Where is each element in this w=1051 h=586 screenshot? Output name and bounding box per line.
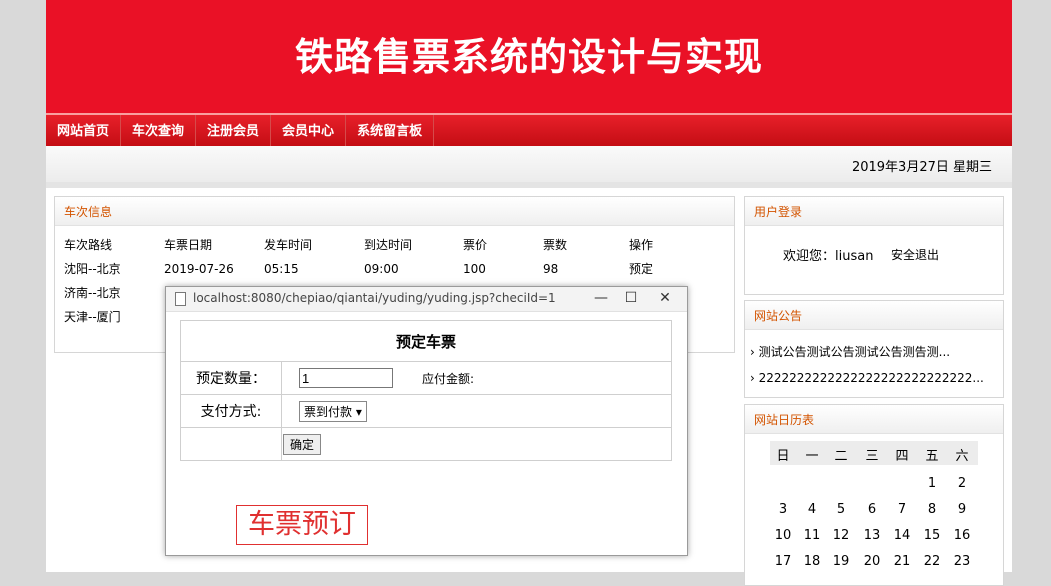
arrive-cell: 09:00 <box>364 262 399 276</box>
calendar-day[interactable]: 21 <box>888 554 916 569</box>
calendar-day[interactable]: 10 <box>769 528 797 543</box>
calendar-day[interactable]: 23 <box>948 554 976 569</box>
dialog-url: localhost:8080/chepiao/qiantai/yuding/yu… <box>193 291 556 305</box>
welcome-line: 欢迎您：liusan <box>783 245 873 264</box>
column-header: 发车时间 <box>264 238 313 252</box>
date-cell: 2019-07-26 <box>164 262 234 276</box>
column-header: 车票日期 <box>164 238 213 252</box>
tickets-cell: 98 <box>543 262 559 276</box>
date-bar: 2019年3月27日 星期三 <box>46 146 1012 183</box>
nav-item-home[interactable]: 网站首页 <box>46 115 122 146</box>
route-cell: 天津--厦门 <box>64 310 121 324</box>
chevron-down-icon: ▾ <box>355 404 362 419</box>
notice-item-text[interactable]: 测试公告测试公告测试公告测告测... <box>759 345 950 359</box>
panel-title: 网站日历表 <box>745 405 1003 434</box>
payment-selected-value: 票到付款 <box>304 404 353 419</box>
close-icon[interactable]: ✕ <box>654 290 676 306</box>
calendar-weekday: 五 <box>925 449 939 464</box>
empty-cell <box>180 427 282 461</box>
calendar-day[interactable]: 15 <box>918 528 946 543</box>
calendar-weekday: 六 <box>955 449 969 464</box>
calendar-day[interactable]: 6 <box>858 502 886 517</box>
maximize-icon[interactable]: ☐ <box>620 290 642 306</box>
nav-item-member-center[interactable]: 会员中心 <box>271 115 347 146</box>
current-date: 2019年3月27日 星期三 <box>851 160 992 175</box>
calendar-weekday: 三 <box>865 449 879 464</box>
payment-select[interactable]: 票到付款 ▾ <box>299 400 367 422</box>
column-header: 到达时间 <box>364 238 413 252</box>
calendar-day[interactable]: 1 <box>918 476 946 491</box>
main-nav: 网站首页 车次查询 注册会员 会员中心 系统留言板 <box>46 113 1012 146</box>
calendar-day[interactable]: 17 <box>769 554 797 569</box>
site-title: 铁路售票系统的设计与实现 <box>294 34 763 79</box>
calendar-weekday: 日 <box>776 449 790 464</box>
dialog-titlebar: localhost:8080/chepiao/qiantai/yuding/yu… <box>166 287 687 312</box>
calendar-day[interactable]: 16 <box>948 528 976 543</box>
notice-item[interactable]: › 2222222222222222222222222222... <box>750 371 984 385</box>
amount-label: 应付金额: <box>422 372 475 386</box>
logout-link[interactable]: 安全退出 <box>891 246 939 263</box>
nav-item-register[interactable]: 注册会员 <box>196 115 272 146</box>
column-header: 票价 <box>463 238 488 252</box>
calendar-day[interactable]: 18 <box>798 554 826 569</box>
notice-panel: 网站公告 › 测试公告测试公告测试公告测告测... › 222222222222… <box>744 300 1004 398</box>
column-header: 票数 <box>543 238 568 252</box>
username: liusan <box>835 249 874 264</box>
payment-label: 支付方式: <box>180 394 282 428</box>
calendar-day[interactable]: 5 <box>827 502 855 517</box>
route-cell: 沈阳--北京 <box>64 262 121 276</box>
calendar-weekday: 一 <box>805 449 819 464</box>
calendar-day[interactable]: 7 <box>888 502 916 517</box>
calendar-day[interactable]: 20 <box>858 554 886 569</box>
user-login-panel: 用户登录 欢迎您：liusan 安全退出 <box>744 196 1004 295</box>
qty-label: 预定数量： <box>180 361 282 395</box>
calendar-weekday: 二 <box>834 449 848 464</box>
calendar-day[interactable]: 11 <box>798 528 826 543</box>
calendar-day[interactable]: 9 <box>948 502 976 517</box>
calendar-day[interactable]: 19 <box>827 554 855 569</box>
calendar-weekday: 四 <box>895 449 909 464</box>
annotation-label: 车票预订 <box>236 505 368 545</box>
depart-cell: 05:15 <box>264 262 299 276</box>
reservation-form: 预定车票 预定数量： 应付金额: 支付方式: 票到付款 ▾ 确定 <box>180 320 672 461</box>
panel-title: 车次信息 <box>55 197 734 226</box>
notice-item[interactable]: › 测试公告测试公告测试公告测告测... <box>750 343 950 360</box>
notice-item-text[interactable]: 2222222222222222222222222222... <box>759 371 984 385</box>
calendar-day[interactable]: 3 <box>769 502 797 517</box>
welcome-label: 欢迎您： <box>783 249 836 264</box>
minimize-icon[interactable]: — <box>590 290 612 306</box>
nav-item-message-board[interactable]: 系统留言板 <box>346 115 435 146</box>
calendar-day[interactable]: 22 <box>918 554 946 569</box>
quantity-input[interactable] <box>299 368 393 388</box>
column-header: 车次路线 <box>64 238 113 252</box>
panel-title: 用户登录 <box>745 197 1003 226</box>
reserve-link[interactable]: 预定 <box>629 259 653 279</box>
nav-item-train-search[interactable]: 车次查询 <box>121 115 197 146</box>
price-cell: 100 <box>463 262 486 276</box>
page-icon <box>175 292 186 306</box>
calendar-panel: 网站日历表 日一二三四五六 1 2 3 4 5 6 7 8 9 10 11 12 13 14 15 16 17 18… <box>744 404 1004 586</box>
confirm-button[interactable]: 确定 <box>283 433 322 455</box>
dialog-heading: 预定车票 <box>180 320 672 362</box>
column-header: 操作 <box>629 238 654 252</box>
calendar-day[interactable]: 2 <box>948 476 976 491</box>
panel-title: 网站公告 <box>745 301 1003 330</box>
calendar-day[interactable]: 13 <box>858 528 886 543</box>
calendar-day[interactable]: 14 <box>888 528 916 543</box>
route-cell: 济南--北京 <box>64 286 121 300</box>
calendar-day[interactable]: 12 <box>827 528 855 543</box>
header-banner: 铁路售票系统的设计与实现 <box>46 0 1012 113</box>
calendar-day[interactable]: 4 <box>798 502 826 517</box>
divider <box>46 182 1012 188</box>
calendar-day[interactable]: 8 <box>918 502 946 517</box>
